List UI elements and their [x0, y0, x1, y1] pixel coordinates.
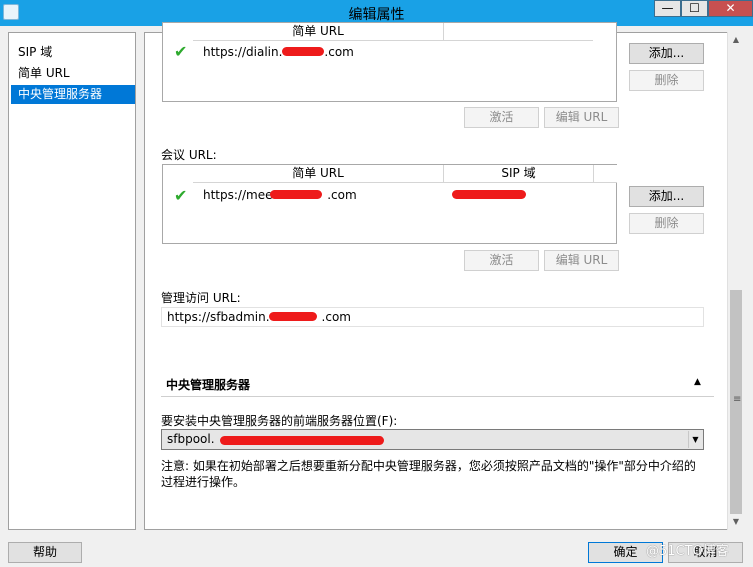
- window-title: 编辑属性: [348, 7, 405, 23]
- meeting-header-simple-url: 简单 URL: [193, 165, 443, 183]
- meeting-activate-button[interactable]: 激活: [464, 250, 539, 271]
- dialin-url-cell: https://dialin. .com: [203, 45, 354, 59]
- watermark: @51CTO博客: [646, 544, 729, 559]
- cms-section-title: 中央管理服务器: [166, 378, 251, 392]
- nav-item-central-management-server[interactable]: 中央管理服务器: [11, 85, 135, 104]
- maximize-button[interactable]: ☐: [681, 0, 708, 17]
- nav-item-simple-url[interactable]: 简单 URL: [11, 64, 135, 83]
- meeting-url-grid[interactable]: 简单 URL SIP 域: [162, 164, 617, 244]
- redaction-mark: [452, 190, 526, 199]
- meeting-url-label: 会议 URL:: [161, 148, 217, 162]
- meeting-add-button[interactable]: 添加...: [629, 186, 704, 207]
- meeting-header-sip-domain: SIP 域: [443, 165, 593, 183]
- cms-note: 注意: 如果在初始部署之后想要重新分配中央管理服务器，您必须按照产品文档的"操作…: [161, 459, 696, 489]
- frontend-location-label: 要安装中央管理服务器的前端服务器位置(F):: [161, 414, 398, 428]
- check-icon: ✔: [174, 186, 188, 205]
- dialin-delete-button[interactable]: 删除: [629, 70, 704, 91]
- dialin-activate-button[interactable]: 激活: [464, 107, 539, 128]
- close-button[interactable]: ✕: [708, 0, 753, 17]
- vertical-scrollbar[interactable]: ▲ ▼: [727, 32, 744, 530]
- redaction-mark: [282, 47, 324, 56]
- scroll-up-icon[interactable]: ▲: [728, 32, 744, 48]
- admin-url-label: 管理访问 URL:: [161, 291, 241, 305]
- chevron-down-icon[interactable]: ▼: [688, 431, 702, 448]
- dialin-header-blank: [443, 23, 593, 41]
- collapse-icon[interactable]: ▲: [694, 377, 701, 387]
- dialin-header-simple-url: 简单 URL: [193, 23, 443, 41]
- grip-icon: ≡: [733, 394, 742, 405]
- dialin-add-button[interactable]: 添加...: [629, 43, 704, 64]
- redaction-mark: [270, 190, 322, 199]
- dialin-url-grid[interactable]: 简单 URL: [162, 22, 617, 102]
- dialin-edit-url-button[interactable]: 编辑 URL: [544, 107, 619, 128]
- scroll-down-icon[interactable]: ▼: [728, 514, 744, 530]
- meeting-header-blank: [593, 165, 617, 183]
- left-nav: SIP 域 简单 URL 中央管理服务器: [8, 32, 136, 530]
- admin-url-field[interactable]: https://sfbadmin. .com: [161, 307, 704, 327]
- meeting-edit-url-button[interactable]: 编辑 URL: [544, 250, 619, 271]
- redaction-mark: [269, 312, 317, 321]
- help-button[interactable]: 帮助: [8, 542, 82, 563]
- nav-item-sip-domain[interactable]: SIP 域: [11, 43, 135, 62]
- content-panel: [144, 32, 744, 530]
- check-icon: ✔: [174, 42, 188, 61]
- meeting-delete-button[interactable]: 删除: [629, 213, 704, 234]
- minimize-button[interactable]: —: [654, 0, 681, 17]
- redaction-mark: [220, 436, 384, 445]
